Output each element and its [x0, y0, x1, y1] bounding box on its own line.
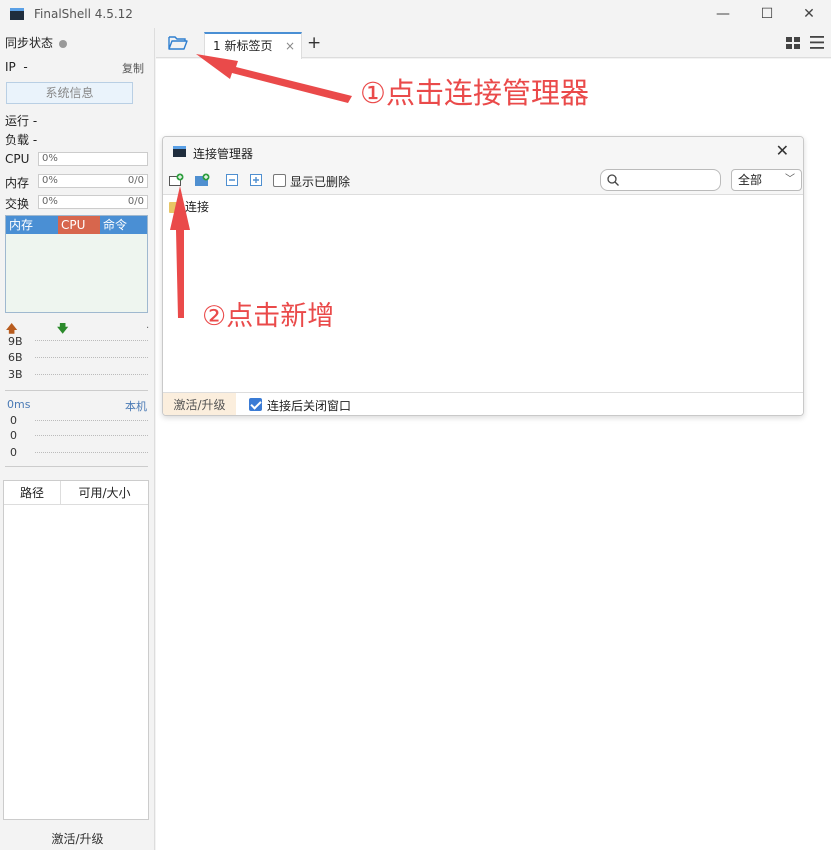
tab-label: 1 新标签页 [213, 39, 273, 53]
swap-meter: 0% 0/0 [38, 195, 148, 209]
grid-line [35, 452, 148, 453]
tree-item-label: 连接 [185, 200, 210, 214]
net-tick-label: 9B [8, 335, 23, 348]
download-arrow-icon: 🡇 [57, 322, 69, 335]
copy-ip-link[interactable]: 复制 [122, 60, 144, 76]
grid-line [35, 357, 148, 358]
sync-status-label: 同步状态 [5, 36, 54, 50]
dialog-toolbar: 显示已删除 全部 ﹀ [163, 167, 803, 195]
network-dot: . [146, 320, 150, 331]
filter-select-value: 全部 [738, 173, 763, 187]
ping-latency: 0ms [7, 398, 31, 411]
folder-icon [169, 202, 183, 213]
sidebar-activate-link[interactable]: 激活/升级 [0, 830, 155, 847]
mem-meter: 0% 0/0 [38, 174, 148, 188]
search-icon [607, 174, 619, 186]
mem-ratio: 0/0 [127, 175, 144, 186]
ping-value: 0 [10, 429, 17, 442]
ip-row: IP - [5, 60, 28, 74]
tree-item-connections-root[interactable]: 连接 [169, 198, 209, 216]
system-info-button[interactable]: 系统信息 [6, 82, 133, 104]
dialog-activate-button[interactable]: 激活/升级 [163, 393, 236, 415]
ping-host[interactable]: 本机 [125, 398, 147, 414]
process-table[interactable]: 内存 CPU 命令 [5, 215, 148, 313]
cpu-value: 0% [42, 153, 58, 164]
connection-manager-dialog: 连接管理器 ✕ 显示已删除 全部 ﹀ 连接 激活/升级 连接后关闭窗口 [162, 136, 804, 416]
swap-label: 交换 [5, 197, 30, 211]
process-col-command[interactable]: 命令 [100, 216, 147, 234]
maximize-button[interactable]: ☐ [745, 0, 789, 28]
tab-bar: 1 新标签页 × + [156, 28, 831, 59]
process-col-cpu[interactable]: CPU [58, 216, 100, 234]
expand-all-icon[interactable] [249, 173, 264, 187]
chevron-down-icon: ﹀ [785, 174, 795, 185]
divider [5, 390, 148, 391]
disk-table-header: 路径 可用/大小 [4, 481, 148, 505]
divider [5, 466, 148, 467]
window-title: FinalShell 4.5.12 [34, 7, 133, 21]
filter-select[interactable]: 全部 ﹀ [731, 169, 802, 191]
process-table-header: 内存 CPU 命令 [6, 216, 147, 234]
minimize-button[interactable]: — [701, 0, 745, 28]
grid-line [35, 435, 148, 436]
mem-label: 内存 [5, 176, 30, 190]
dialog-close-button[interactable]: ✕ [776, 141, 789, 160]
new-connection-icon[interactable] [169, 173, 184, 187]
cpu-meter: 0% [38, 152, 148, 166]
show-deleted-checkbox[interactable] [273, 174, 286, 187]
dialog-titlebar: 连接管理器 ✕ [163, 137, 803, 167]
hamburger-menu-icon[interactable] [810, 36, 824, 49]
add-tab-button[interactable]: + [307, 32, 321, 54]
app-logo-icon [10, 8, 24, 20]
dialog-app-icon [173, 146, 186, 157]
disk-col-available[interactable]: 可用/大小 [61, 481, 148, 504]
close-after-connect-label[interactable]: 连接后关闭窗口 [267, 397, 351, 414]
annotation-step-1: ①点击连接管理器 [360, 76, 589, 110]
show-deleted-label[interactable]: 显示已删除 [290, 173, 350, 190]
tab-close-icon[interactable]: × [285, 34, 295, 58]
close-window-button[interactable]: ✕ [787, 0, 831, 28]
ping-value: 0 [10, 414, 17, 427]
grid-line [35, 374, 148, 375]
folder-open-icon[interactable] [168, 35, 188, 50]
running-status: 运行 - [5, 114, 38, 128]
ip-value: - [23, 60, 28, 74]
tab-new[interactable]: 1 新标签页 × [204, 32, 302, 59]
swap-ratio: 0/0 [127, 196, 144, 207]
load-status: 负载 - [5, 133, 38, 147]
process-col-memory[interactable]: 内存 [6, 216, 58, 234]
disk-col-path[interactable]: 路径 [4, 481, 61, 504]
search-input[interactable] [600, 169, 721, 191]
collapse-all-icon[interactable] [225, 173, 240, 187]
net-tick-label: 3B [8, 368, 23, 381]
ip-label: IP [5, 60, 16, 74]
grid-line [35, 420, 148, 421]
close-after-connect-checkbox[interactable] [249, 398, 262, 411]
layout-grid-icon[interactable] [786, 37, 800, 49]
annotation-step-2: ②点击新增 [202, 301, 335, 332]
grid-line [35, 340, 148, 341]
net-tick-label: 6B [8, 351, 23, 364]
disk-table[interactable]: 路径 可用/大小 [3, 480, 149, 820]
sync-status-dot-icon [59, 39, 68, 48]
swap-value: 0% [42, 196, 58, 207]
dialog-title: 连接管理器 [193, 147, 254, 161]
sync-status: 同步状态 [5, 34, 68, 51]
cpu-label: CPU [5, 152, 30, 166]
ping-value: 0 [10, 446, 17, 459]
sidebar: 同步状态 IP - 复制 系统信息 运行 - 负载 - CPU 0% 内存 0%… [0, 28, 155, 850]
title-bar: FinalShell 4.5.12 — ☐ ✕ [0, 0, 831, 28]
dialog-footer: 激活/升级 连接后关闭窗口 [163, 392, 803, 415]
new-folder-icon[interactable] [195, 173, 210, 187]
mem-value: 0% [42, 175, 58, 186]
